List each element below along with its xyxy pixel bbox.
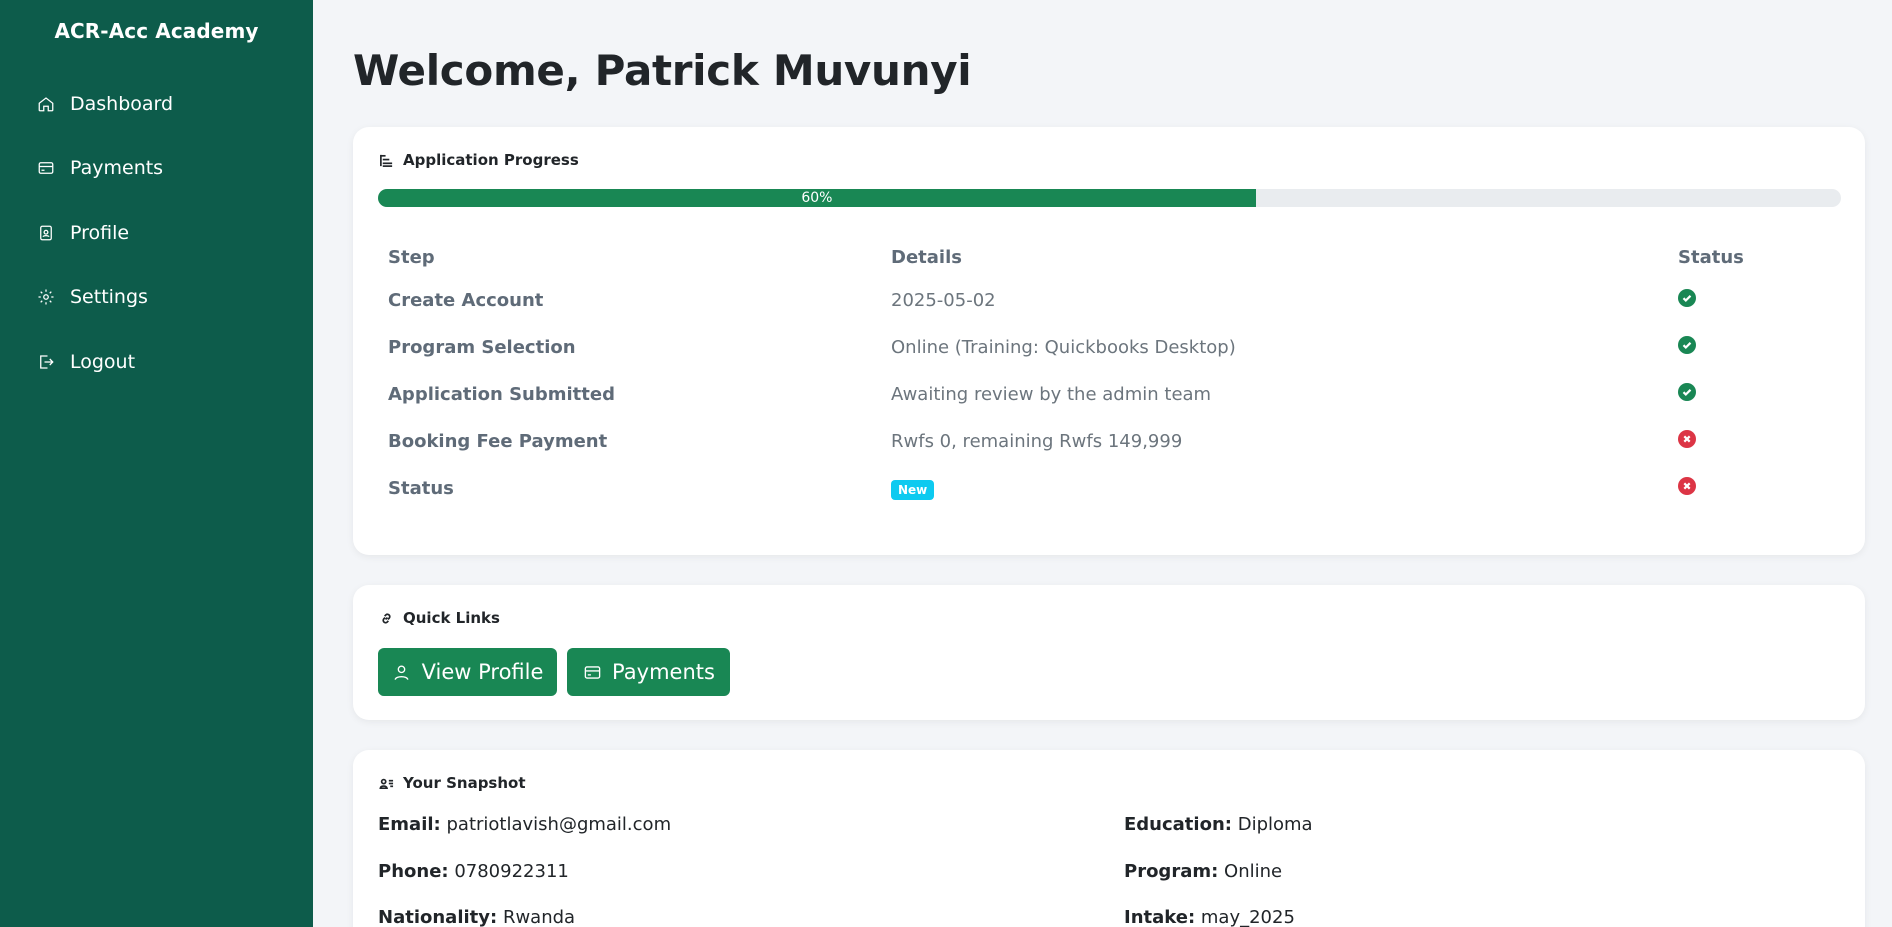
snapshot-email: Email: patriotlavish@gmail.com <box>378 814 672 835</box>
sidebar-item-payments[interactable]: Payments <box>36 153 163 183</box>
table-row: Program Selection Online (Training: Quic… <box>378 324 1841 371</box>
person-lines-icon <box>378 775 394 791</box>
page-title: Welcome, Patrick Muvunyi <box>353 46 972 95</box>
sidebar-item-label: Settings <box>70 286 148 308</box>
status-cell <box>1668 371 1841 418</box>
credit-card-icon <box>36 158 56 178</box>
quick-links-card: Quick Links View Profile Payments <box>353 585 1865 720</box>
details-cell: Rwfs 0, remaining Rwfs 149,999 <box>891 431 1183 452</box>
sidebar-item-profile[interactable]: Profile <box>36 218 129 248</box>
header-step: Step <box>388 246 435 268</box>
table-row: Booking Fee Payment Rwfs 0, remaining Rw… <box>378 418 1841 465</box>
sidebar-item-settings[interactable]: Settings <box>36 282 148 312</box>
snapshot-phone: Phone: 0780922311 <box>378 861 569 882</box>
step-cell: Booking Fee Payment <box>388 431 608 452</box>
snapshot-program: Program: Online <box>1124 861 1283 882</box>
link-icon <box>378 610 394 626</box>
table-header-row: Step Details Status <box>378 237 1841 277</box>
sidebar: ACR-Acc Academy Dashboard Payments Profi… <box>0 0 313 927</box>
snapshot-education: Education: Diploma <box>1124 814 1313 835</box>
details-cell: New <box>881 465 1668 512</box>
logout-icon <box>36 352 56 372</box>
main-content: Welcome, Patrick Muvunyi Application Pro… <box>313 0 1892 927</box>
x-circle-icon <box>1678 477 1696 495</box>
step-cell: Application Submitted <box>388 384 615 405</box>
snapshot-title: Your Snapshot <box>378 774 526 792</box>
sidebar-item-label: Logout <box>70 351 136 373</box>
id-badge-icon <box>36 223 56 243</box>
sidebar-item-label: Dashboard <box>70 93 174 115</box>
header-status: Status <box>1678 246 1744 268</box>
sidebar-item-dashboard[interactable]: Dashboard <box>36 89 173 119</box>
list-steps-icon <box>378 152 394 168</box>
user-icon <box>392 662 412 682</box>
gear-icon <box>36 287 56 307</box>
snapshot-nationality: Nationality: Rwanda <box>378 907 576 927</box>
sidebar-item-label: Profile <box>70 222 130 244</box>
details-cell: Awaiting review by the admin team <box>891 384 1212 405</box>
quick-links-title: Quick Links <box>378 609 500 627</box>
status-cell <box>1668 277 1841 324</box>
sidebar-item-label: Payments <box>70 157 164 179</box>
credit-card-icon <box>582 662 602 682</box>
step-cell: Create Account <box>388 290 544 311</box>
step-cell: Status <box>388 478 454 499</box>
status-badge: New <box>891 479 935 500</box>
progress-fill: 60% <box>378 189 1256 207</box>
brand-title: ACR-Acc Academy <box>54 19 259 43</box>
progress-bar: 60% <box>378 189 1841 207</box>
application-progress-card: Application Progress 60% Step Details St… <box>353 127 1865 555</box>
check-circle-icon <box>1678 383 1696 401</box>
payments-button[interactable]: Payments <box>567 648 730 696</box>
header-details: Details <box>891 246 962 268</box>
check-circle-icon <box>1678 289 1696 307</box>
sidebar-item-logout[interactable]: Logout <box>36 347 135 377</box>
status-cell <box>1668 465 1841 512</box>
progress-table: Step Details Status Create Account 2025-… <box>378 237 1841 512</box>
home-icon <box>36 94 56 114</box>
application-progress-title: Application Progress <box>378 151 579 169</box>
table-row: Status New <box>378 465 1841 512</box>
x-circle-icon <box>1678 430 1696 448</box>
table-row: Application Submitted Awaiting review by… <box>378 371 1841 418</box>
snapshot-card: Your Snapshot Email: patriotlavish@gmail… <box>353 750 1865 927</box>
details-cell: Online (Training: Quickbooks Desktop) <box>891 337 1236 358</box>
step-cell: Program Selection <box>388 337 576 358</box>
details-cell: 2025-05-02 <box>891 290 996 311</box>
table-row: Create Account 2025-05-02 <box>378 277 1841 324</box>
snapshot-intake: Intake: may_2025 <box>1124 907 1295 927</box>
status-cell <box>1668 324 1841 371</box>
status-cell <box>1668 418 1841 465</box>
view-profile-button[interactable]: View Profile <box>378 648 557 696</box>
check-circle-icon <box>1678 336 1696 354</box>
